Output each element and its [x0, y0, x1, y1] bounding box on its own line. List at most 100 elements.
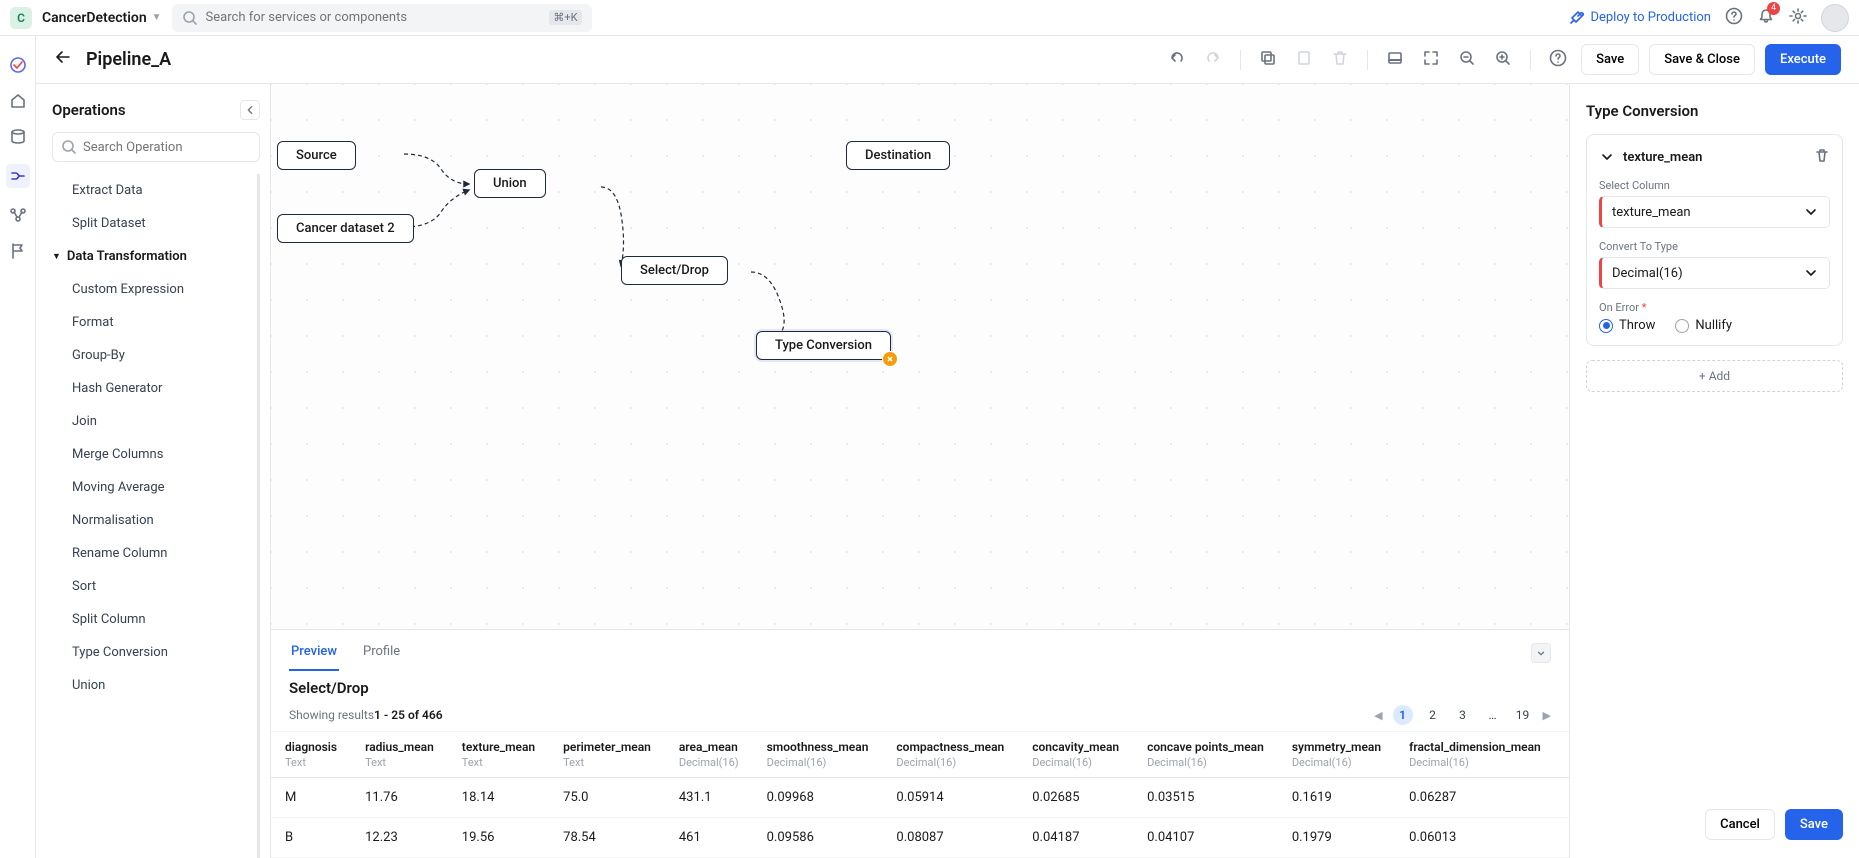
column-header[interactable]: perimeter_meanText: [549, 732, 665, 778]
operation-item[interactable]: Sort: [52, 570, 251, 603]
operation-search[interactable]: [52, 132, 260, 162]
operations-panel: Operations Extract DataSplit Dataset▼Dat…: [36, 84, 271, 858]
column-header[interactable]: symmetry_meanDecimal(16): [1278, 732, 1395, 778]
node-type-conversion[interactable]: Type Conversion: [756, 331, 891, 360]
operation-item[interactable]: Split Dataset: [52, 207, 251, 240]
tab-profile[interactable]: Profile: [361, 634, 402, 671]
back-button[interactable]: [54, 48, 72, 71]
node-union[interactable]: Union: [474, 169, 546, 198]
rail-graph-icon[interactable]: [9, 206, 27, 224]
help-icon-button[interactable]: [1549, 49, 1567, 71]
table-cell: 0.06287: [1395, 778, 1555, 818]
operation-item[interactable]: Split Column: [52, 603, 251, 636]
save-button[interactable]: Save: [1581, 44, 1639, 75]
column-header[interactable]: radius_meanText: [351, 732, 448, 778]
convert-type-dropdown[interactable]: Decimal(16): [1599, 257, 1830, 289]
column-header[interactable]: diagnosisText: [271, 732, 351, 778]
operation-item[interactable]: Join: [52, 405, 251, 438]
rail-database-icon[interactable]: [9, 128, 27, 146]
fullscreen-button[interactable]: [1422, 49, 1440, 71]
column-header[interactable]: area_meanDecimal(16): [665, 732, 753, 778]
props-cancel-button[interactable]: Cancel: [1705, 809, 1775, 840]
collapse-panel-button[interactable]: [240, 100, 260, 120]
column-header[interactable]: smoothness_meanDecimal(16): [753, 732, 883, 778]
project-selector[interactable]: CancerDetection ▼: [42, 10, 162, 26]
tab-preview[interactable]: Preview: [289, 634, 339, 671]
table-cell: 19.56: [448, 818, 549, 858]
operation-item[interactable]: Hash Generator: [52, 372, 251, 405]
rail-flag-icon[interactable]: [9, 242, 27, 260]
execute-button[interactable]: Execute: [1765, 44, 1841, 75]
table-cell: M: [271, 778, 351, 818]
select-column-label: Select Column: [1599, 179, 1830, 192]
operation-item[interactable]: Rename Column: [52, 537, 251, 570]
radio-nullify[interactable]: Nullify: [1675, 318, 1732, 333]
chevron-down-icon[interactable]: [1599, 149, 1615, 165]
deploy-label: Deploy to Production: [1590, 10, 1711, 25]
operation-item[interactable]: Group-By: [52, 339, 251, 372]
column-header[interactable]: radius_seDecimal(16): [1555, 732, 1569, 778]
page-prev[interactable]: ◀: [1374, 709, 1382, 722]
table-cell: 0.3534: [1555, 818, 1569, 858]
delete-button[interactable]: [1331, 49, 1349, 71]
column-header[interactable]: concave points_meanDecimal(16): [1133, 732, 1278, 778]
operation-item[interactable]: Custom Expression: [52, 273, 251, 306]
help-button[interactable]: [1725, 7, 1743, 29]
operation-item[interactable]: Normalisation: [52, 504, 251, 537]
page-number[interactable]: 19: [1513, 705, 1533, 725]
node-source[interactable]: Source: [277, 141, 356, 170]
global-search[interactable]: ⌘+K: [172, 4, 592, 32]
props-save-button[interactable]: Save: [1785, 809, 1843, 840]
table-cell: 0.645: [1555, 778, 1569, 818]
operation-item[interactable]: Type Conversion: [52, 636, 251, 669]
node-cancer-dataset-2[interactable]: Cancer dataset 2: [277, 214, 414, 243]
page-number[interactable]: 1: [1393, 705, 1413, 725]
page-number[interactable]: 2: [1423, 705, 1443, 725]
operation-item[interactable]: Moving Average: [52, 471, 251, 504]
rail-flow-icon[interactable]: [6, 164, 30, 188]
rail-pipeline-logo-icon[interactable]: [9, 56, 27, 74]
operation-item[interactable]: Merge Columns: [52, 438, 251, 471]
save-close-button[interactable]: Save & Close: [1649, 44, 1755, 75]
select-column-dropdown[interactable]: texture_mean: [1599, 196, 1830, 228]
pipeline-canvas[interactable]: Source Cancer dataset 2 Union Select/Dro…: [271, 84, 1569, 629]
notifications-button[interactable]: 4: [1757, 7, 1775, 29]
table-cell: 12.23: [351, 818, 448, 858]
deploy-button[interactable]: Deploy to Production: [1568, 10, 1711, 26]
collapse-preview-button[interactable]: [1531, 643, 1551, 663]
page-number[interactable]: 3: [1453, 705, 1473, 725]
zoom-in-button[interactable]: [1494, 49, 1512, 71]
delete-conversion-button[interactable]: [1814, 147, 1830, 167]
settings-button[interactable]: [1789, 7, 1807, 29]
radio-throw[interactable]: Throw: [1599, 318, 1655, 333]
chevron-down-icon: ▼: [52, 251, 61, 262]
table-cell: 0.02685: [1018, 778, 1133, 818]
column-header[interactable]: fractal_dimension_meanDecimal(16): [1395, 732, 1555, 778]
undo-button[interactable]: [1168, 49, 1186, 71]
data-table-scroll[interactable]: diagnosisTextradius_meanTexttexture_mean…: [271, 731, 1569, 858]
node-select-drop[interactable]: Select/Drop: [621, 256, 728, 285]
fit-view-button[interactable]: [1386, 49, 1404, 71]
operation-item[interactable]: Union: [52, 669, 251, 702]
chevron-down-icon: [1803, 204, 1819, 220]
operation-item[interactable]: Extract Data: [52, 174, 251, 207]
redo-button[interactable]: [1204, 49, 1222, 71]
rocket-icon: [1568, 10, 1584, 26]
operation-search-input[interactable]: [83, 140, 251, 155]
chevron-down-icon: ▼: [152, 12, 162, 23]
column-header[interactable]: compactness_meanDecimal(16): [882, 732, 1018, 778]
paste-button[interactable]: [1295, 49, 1313, 71]
column-header[interactable]: texture_meanText: [448, 732, 549, 778]
zoom-out-button[interactable]: [1458, 49, 1476, 71]
operation-group-toggle[interactable]: ▼Data Transformation: [52, 240, 251, 273]
page-next[interactable]: ▶: [1543, 709, 1551, 722]
user-avatar[interactable]: [1821, 4, 1849, 32]
rail-home-icon[interactable]: [9, 92, 27, 110]
column-header[interactable]: concavity_meanDecimal(16): [1018, 732, 1133, 778]
add-conversion-button[interactable]: + Add: [1586, 360, 1843, 392]
operation-item[interactable]: Format: [52, 306, 251, 339]
copy-button[interactable]: [1259, 49, 1277, 71]
search-icon: [182, 10, 198, 26]
global-search-input[interactable]: [206, 10, 542, 25]
node-destination[interactable]: Destination: [846, 141, 950, 170]
